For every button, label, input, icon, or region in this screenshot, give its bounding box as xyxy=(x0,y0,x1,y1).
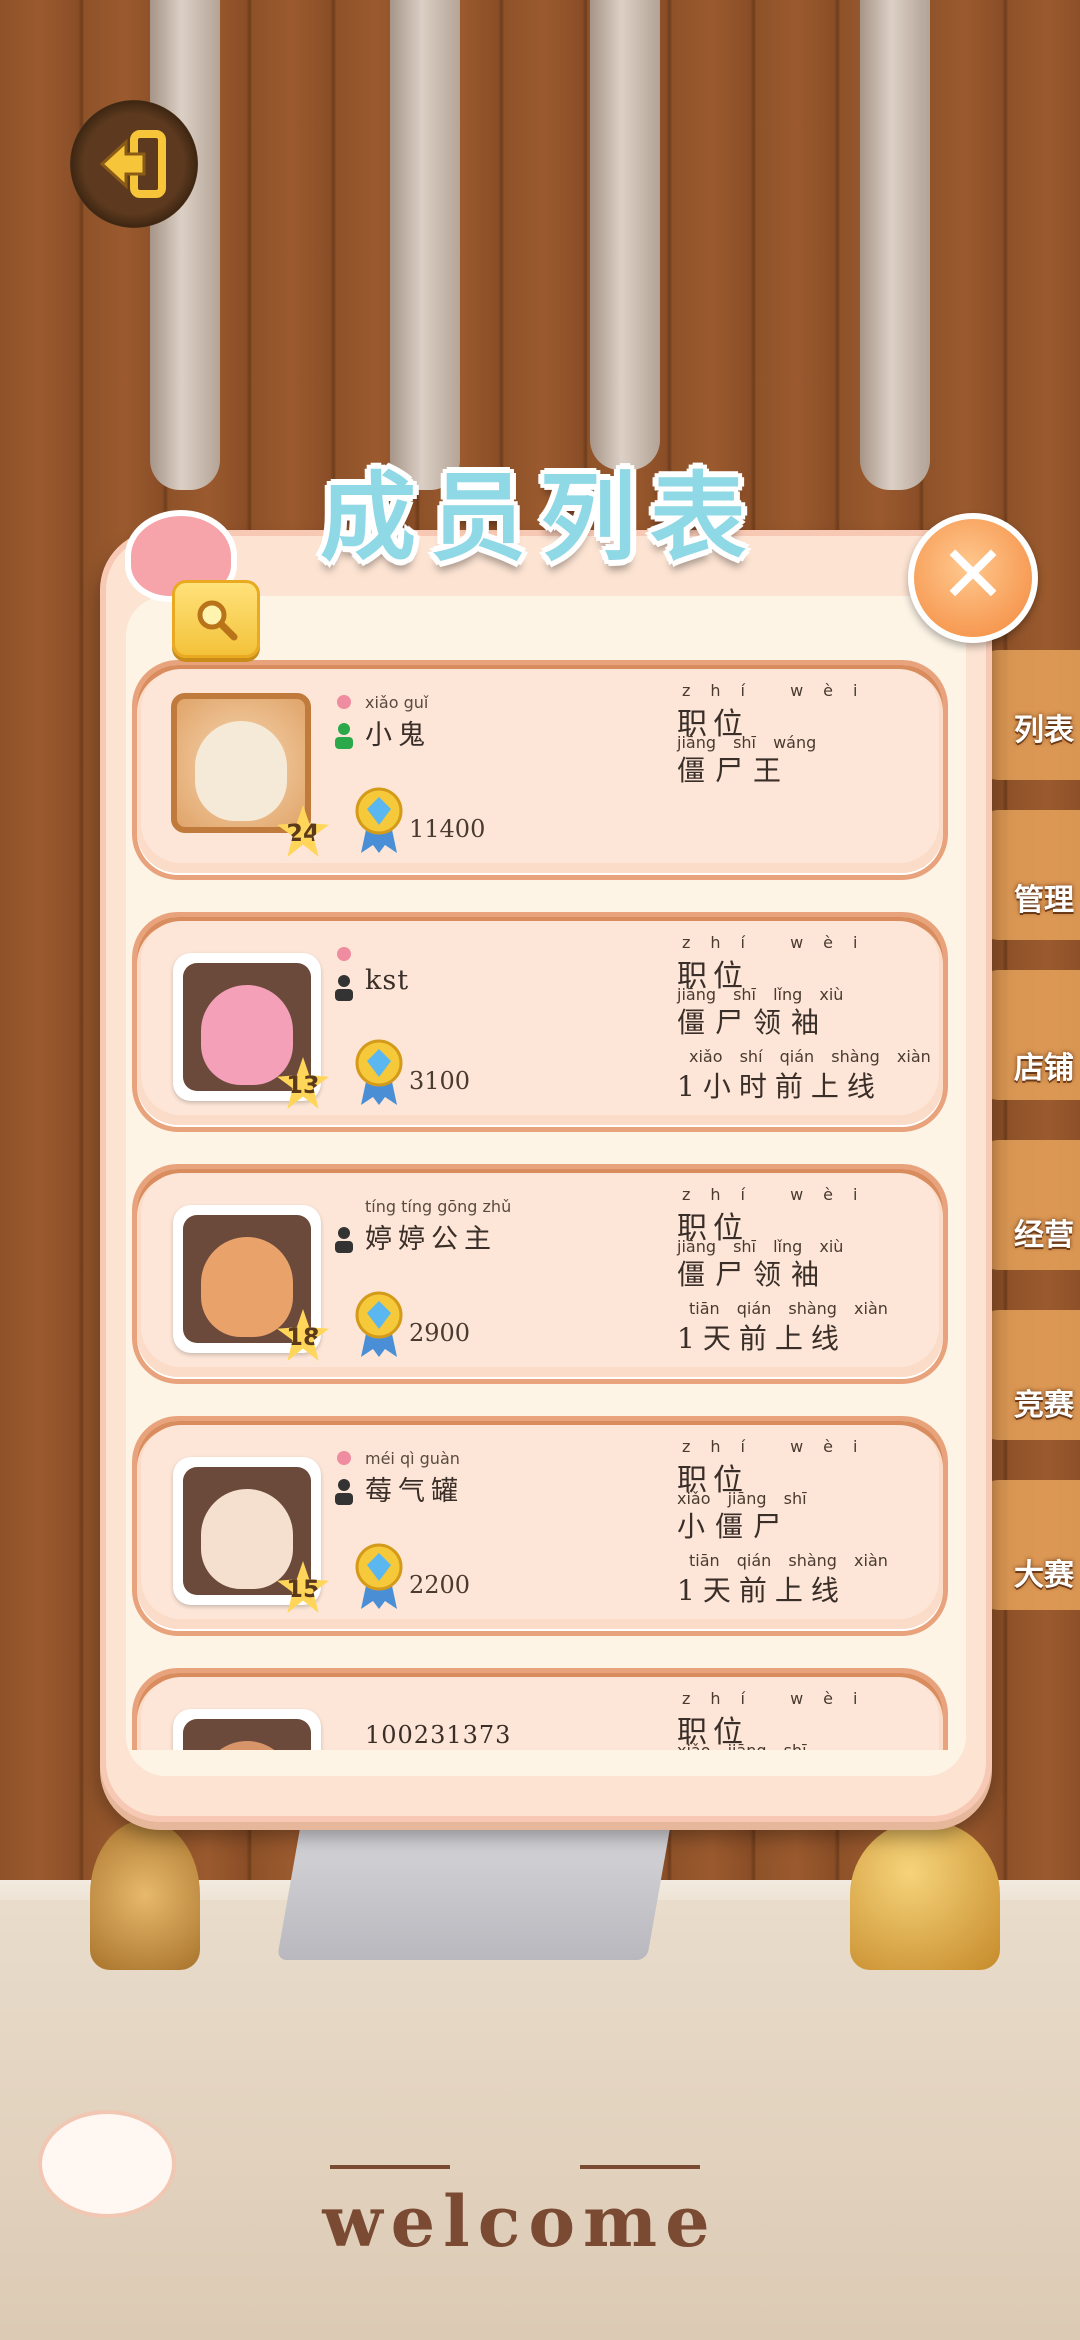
member-name: kst xyxy=(365,965,410,996)
member-role: 小僵尸 xyxy=(677,1510,792,1543)
avatar[interactable] xyxy=(183,963,311,1091)
contribution-score: 2900 xyxy=(409,1319,471,1347)
name-pinyin: méi qì guàn xyxy=(365,1449,460,1468)
name-pinyin: xiǎo guǐ xyxy=(365,693,429,712)
position-label-pinyin: zhí wèi xyxy=(682,1185,878,1204)
character-face xyxy=(201,1741,293,1750)
side-menu-label: 大赛 xyxy=(1014,1558,1074,1593)
avatar-frame xyxy=(167,689,315,837)
dialog-title: 成员列表 xyxy=(320,462,760,574)
character-face xyxy=(201,985,293,1085)
exit-arrow-icon xyxy=(99,130,166,198)
menu-stand-decoration xyxy=(90,1820,200,1970)
divider xyxy=(580,2165,700,2169)
character-face xyxy=(195,721,287,821)
member-role: 僵尸领袖 xyxy=(677,1258,830,1291)
side-menu-label: 店铺 xyxy=(1014,1051,1074,1086)
member-name: 100231373 xyxy=(365,1721,512,1749)
close-button[interactable]: ✕ xyxy=(908,513,1038,643)
member-card[interactable]: 100231373 zhí wèi 职位 xiǎo jiāng shī xyxy=(132,1668,948,1750)
member-card[interactable]: 15 méi qì guàn 莓气罐 2200 zhí wèi 职位 xiǎo … xyxy=(132,1416,948,1636)
name-pinyin: tíng tíng gōng zhǔ xyxy=(365,1197,512,1216)
avatar-frame xyxy=(173,1709,321,1750)
glass-tube-decoration xyxy=(590,0,660,470)
role-pinyin: xiǎo jiāng shī xyxy=(677,1741,807,1750)
position-label-pinyin: zhí wèi xyxy=(682,681,878,700)
member-card[interactable]: 13 kst 3100 zhí wèi 职位 jiāng shī lǐng xi… xyxy=(132,912,948,1132)
position-label-pinyin: zhí wèi xyxy=(682,933,878,952)
medal-icon xyxy=(355,1543,403,1609)
location-pin-icon xyxy=(337,695,351,709)
trophy-icon xyxy=(850,1820,1000,1970)
back-button[interactable] xyxy=(70,100,198,228)
medal-icon xyxy=(355,1291,403,1357)
contribution-score: 11400 xyxy=(409,815,486,843)
member-name: 婷婷公主 xyxy=(365,1224,497,1255)
last-online-pinyin: tiān qián shàng xiàn xyxy=(689,1551,888,1570)
last-online-pinyin: tiān qián shàng xiàn xyxy=(689,1299,888,1318)
person-offline-icon xyxy=(335,1227,353,1253)
position-label-pinyin: zhí wèi xyxy=(682,1437,878,1456)
last-online: 1天前上线 xyxy=(677,1574,847,1607)
chat-icon[interactable] xyxy=(38,2110,176,2218)
person-offline-icon xyxy=(335,1479,353,1505)
welcome-text: welcome xyxy=(322,2180,718,2263)
search-button[interactable] xyxy=(172,580,260,658)
member-role: 僵尸王 xyxy=(677,754,792,787)
member-card[interactable]: 24 xiǎo guǐ 小鬼 11400 zhí wèi 职位 jiāng sh… xyxy=(132,660,948,880)
side-menu-label: 经营 xyxy=(1014,1218,1074,1253)
divider xyxy=(330,2165,450,2169)
position-label-pinyin: zhí wèi xyxy=(682,1689,878,1708)
laptop-decoration xyxy=(276,1810,674,1960)
person-offline-icon xyxy=(335,975,353,1001)
search-icon xyxy=(197,600,238,641)
last-online: 1小时前上线 xyxy=(677,1070,883,1103)
medal-icon xyxy=(355,787,403,853)
location-pin-icon xyxy=(337,1451,351,1465)
contribution-score: 3100 xyxy=(409,1067,471,1095)
close-icon: ✕ xyxy=(939,528,1007,621)
location-pin-icon xyxy=(337,947,351,961)
member-card[interactable]: 18 tíng tíng gōng zhǔ 婷婷公主 2900 zhí wèi … xyxy=(132,1164,948,1384)
member-role: 僵尸领袖 xyxy=(677,1006,830,1039)
medal-icon xyxy=(355,1039,403,1105)
contribution-score: 2200 xyxy=(409,1571,471,1599)
character-face xyxy=(201,1237,293,1337)
avatar[interactable] xyxy=(183,1467,311,1595)
last-online: 1天前上线 xyxy=(677,1322,847,1355)
avatar[interactable] xyxy=(183,1719,311,1750)
glass-tube-decoration xyxy=(390,0,460,490)
member-name: 小鬼 xyxy=(365,720,431,751)
member-list[interactable]: 24 xiǎo guǐ 小鬼 11400 zhí wèi 职位 jiāng sh… xyxy=(120,650,970,1750)
person-online-icon xyxy=(335,723,353,749)
glass-tube-decoration xyxy=(860,0,930,490)
avatar[interactable] xyxy=(171,693,311,833)
glass-tube-decoration xyxy=(150,0,220,490)
side-menu-label: 列表 xyxy=(1014,713,1074,748)
member-name: 莓气罐 xyxy=(365,1476,464,1507)
character-face xyxy=(201,1489,293,1589)
side-menu-label: 竞赛 xyxy=(1014,1388,1074,1423)
last-online-pinyin: xiǎo shí qián shàng xiàn xyxy=(689,1047,931,1066)
avatar[interactable] xyxy=(183,1215,311,1343)
side-menu-label: 管理 xyxy=(1014,883,1074,918)
